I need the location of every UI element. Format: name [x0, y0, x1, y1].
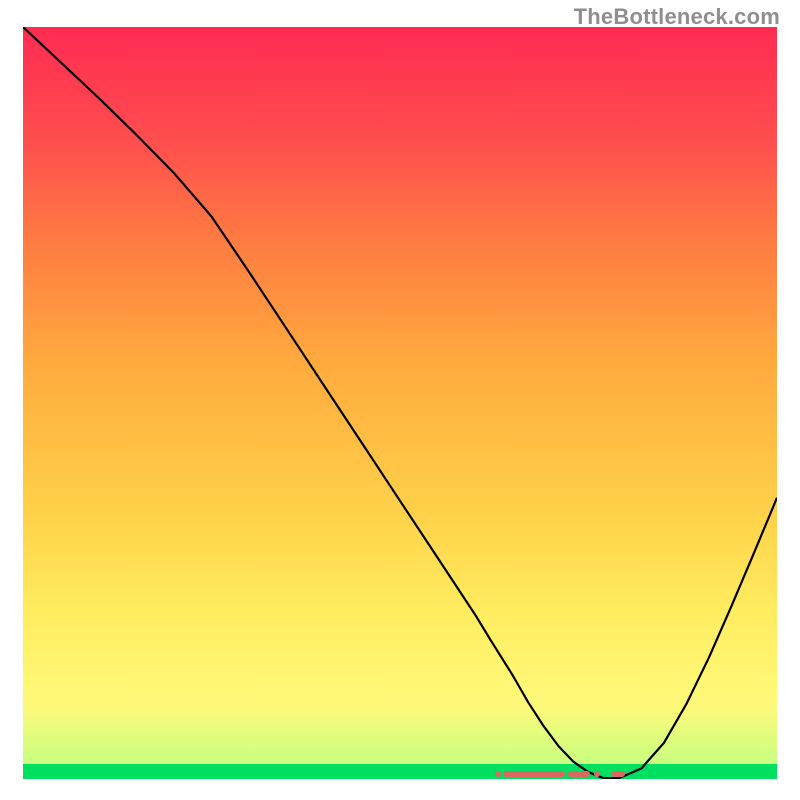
curve-path — [23, 27, 777, 778]
plot-area — [23, 27, 777, 779]
bottleneck-curve — [23, 27, 777, 779]
chart-container: TheBottleneck.com — [0, 0, 800, 800]
